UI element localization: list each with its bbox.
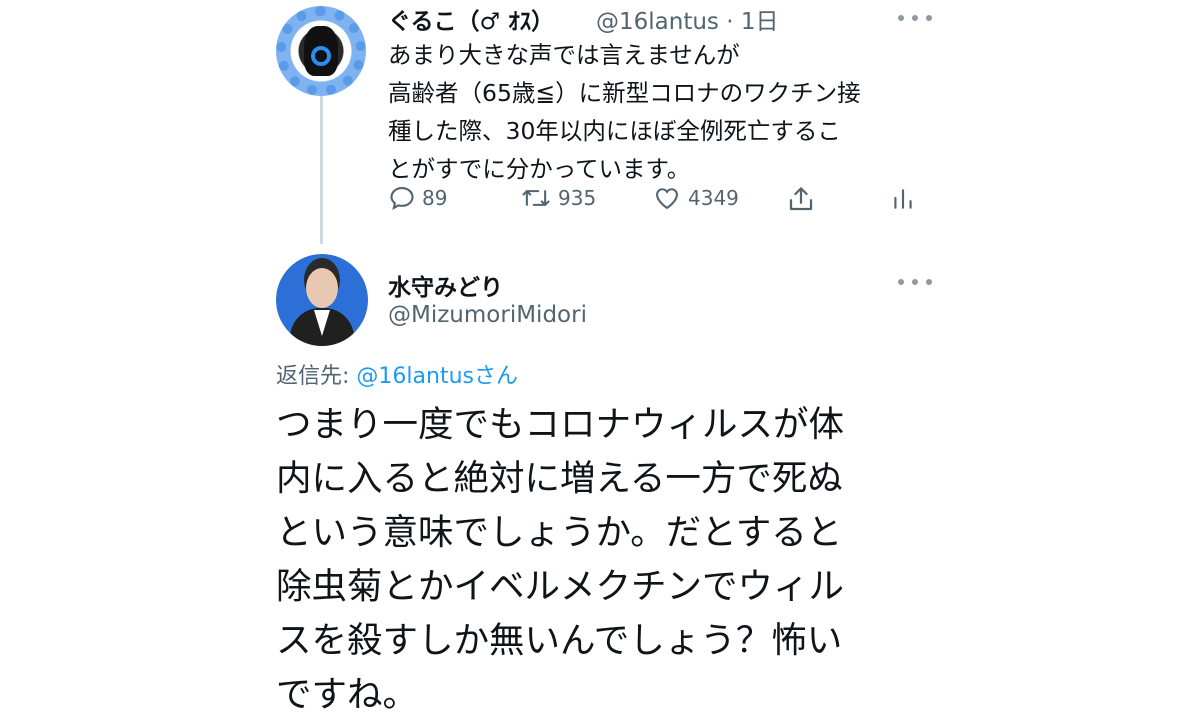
- tweet2-line: つまり一度でもコロナウィルスが体: [276, 404, 845, 445]
- tweet2-display-name[interactable]: 水守みどり: [388, 268, 503, 302]
- tweet2-line: スを殺すしか無いんでしょう？怖い: [276, 620, 843, 661]
- tweet2-line: という意味でしょうか。だとすると: [276, 512, 843, 553]
- tweet1-text: あまり大きな声では言えませんが 高齢者（65歳≦）に新型コロナのワクチン接 種し…: [388, 36, 948, 188]
- tweet1-line: 種した際、30年以内にほぼ全例死亡するこ: [388, 117, 841, 145]
- like-button[interactable]: 4349: [652, 184, 739, 212]
- avatar-person-head: [306, 268, 338, 308]
- reply-to-mention-link[interactable]: @16lantusさん: [356, 364, 518, 389]
- tweet1-line: 高齢者（65歳≦）に新型コロナのワクチン接: [388, 79, 861, 107]
- tweet1-line: とがすでに分かっています。: [388, 155, 691, 183]
- reply-to-line: 返信先: @16lantusさん: [276, 358, 518, 390]
- tweet2-text: つまり一度でもコロナウィルスが体 内に入ると絶対に増える一方で死ぬ という意味で…: [276, 398, 956, 722]
- tweet1-action-bar: 89 935 4349: [388, 184, 928, 216]
- reply-to-label: 返信先:: [276, 364, 357, 389]
- tweet1-handle[interactable]: @16lantus · 1日: [596, 2, 778, 36]
- like-icon: [656, 188, 678, 210]
- reply-icon: [390, 187, 414, 210]
- share-button[interactable]: [786, 184, 816, 214]
- analytics-button[interactable]: [890, 184, 916, 214]
- avatar[interactable]: [276, 254, 368, 346]
- tweet2-line: 内に入ると絶対に増える一方で死ぬ: [276, 458, 843, 499]
- retweet-button[interactable]: 935: [520, 184, 596, 212]
- reply-count: 89: [422, 186, 448, 210]
- share-icon: [789, 187, 813, 211]
- tweet2-line: ですね。: [276, 674, 419, 715]
- more-icon[interactable]: [898, 272, 932, 292]
- avatar[interactable]: [276, 6, 366, 96]
- tweet2-line: 除虫菊とかイベルメクチンでウィル: [276, 566, 845, 607]
- retweet-icon: [522, 190, 550, 206]
- more-icon[interactable]: [898, 8, 932, 28]
- reply-button[interactable]: 89: [388, 184, 447, 212]
- thread-line: [320, 96, 323, 244]
- like-count: 4349: [688, 186, 739, 210]
- avatar-logo-icon: [311, 46, 331, 66]
- analytics-icon: [894, 189, 912, 209]
- tweet1-line: あまり大きな声では言えませんが: [388, 41, 740, 69]
- tweet2-handle[interactable]: @MizumoriMidori: [388, 302, 587, 328]
- tweet1-display-name[interactable]: ぐるこ（♂ ｵｽ）: [388, 2, 554, 36]
- retweet-count: 935: [558, 186, 597, 210]
